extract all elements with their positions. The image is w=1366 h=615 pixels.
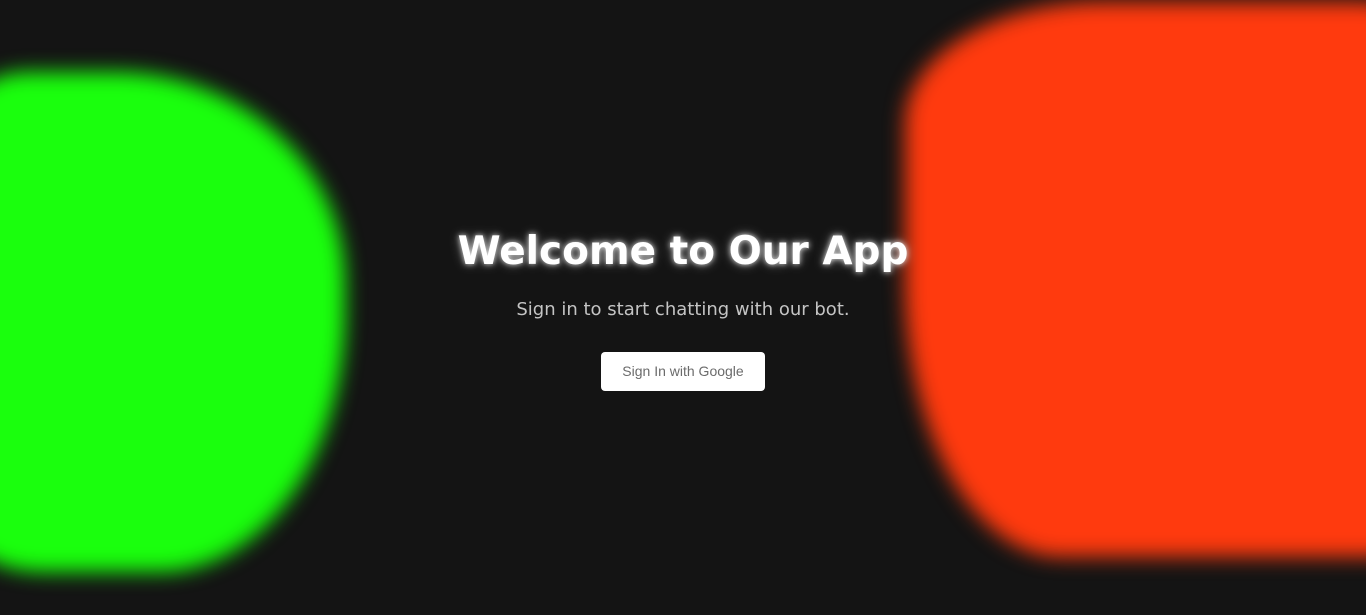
sign-in-with-google-button[interactable]: Sign In with Google: [601, 352, 765, 391]
page-subtitle: Sign in to start chatting with our bot.: [516, 299, 850, 320]
hero-section: Welcome to Our App Sign in to start chat…: [0, 228, 1366, 391]
page-title: Welcome to Our App: [457, 229, 909, 274]
landing-page: Welcome to Our App Sign in to start chat…: [0, 0, 1366, 615]
